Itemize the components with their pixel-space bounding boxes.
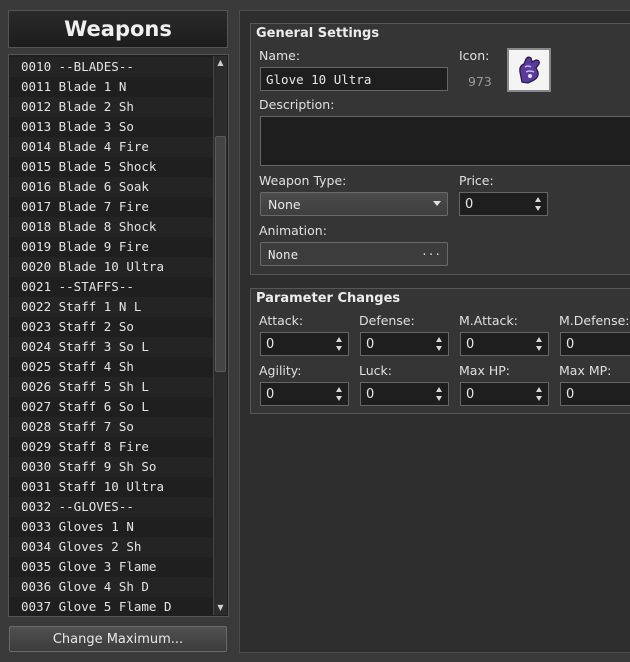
- agility-stepper[interactable]: 0: [260, 382, 349, 406]
- attack-value: 0: [266, 336, 275, 352]
- list-item[interactable]: 0010 --BLADES--: [10, 57, 215, 77]
- list-item[interactable]: 0031 Staff 10 Ultra: [10, 477, 215, 497]
- spin-arrows-icon[interactable]: [536, 335, 544, 353]
- spin-arrows-icon[interactable]: [336, 335, 344, 353]
- list-item[interactable]: 0024 Staff 3 So L: [10, 337, 215, 357]
- list-item[interactable]: 0015 Blade 5 Shock: [10, 157, 215, 177]
- m-attack-value: 0: [466, 336, 475, 352]
- list-item[interactable]: 0013 Blade 3 So: [10, 117, 215, 137]
- price-label: Price:: [459, 173, 494, 188]
- m-defense-label: M.Defense:: [559, 313, 630, 328]
- list-item[interactable]: 0028 Staff 7 So: [10, 417, 215, 437]
- animation-value: None: [268, 246, 299, 262]
- weapons-list-panel: Weapons 0010 --BLADES-- 0011 Blade 1 N 0…: [0, 0, 236, 662]
- max-hp-label: Max HP:: [459, 363, 510, 378]
- spin-arrows-icon[interactable]: [535, 195, 543, 213]
- scroll-thumb[interactable]: [215, 136, 226, 372]
- animation-picker[interactable]: None ...: [260, 242, 448, 266]
- spin-arrows-icon[interactable]: [436, 335, 444, 353]
- ellipsis-icon: ...: [421, 245, 441, 258]
- description-label: Description:: [259, 97, 335, 112]
- list-item[interactable]: 0014 Blade 4 Fire: [10, 137, 215, 157]
- change-maximum-button[interactable]: Change Maximum...: [9, 626, 227, 652]
- max-mp-value: 0: [566, 386, 575, 402]
- list-item[interactable]: 0026 Staff 5 Sh L: [10, 377, 215, 397]
- spin-arrows-icon[interactable]: [436, 385, 444, 403]
- list-item[interactable]: 0037 Glove 5 Flame D: [10, 597, 215, 616]
- price-value: 0: [465, 196, 474, 212]
- list-item[interactable]: 0019 Blade 9 Fire: [10, 237, 215, 257]
- parameter-changes-title: Parameter Changes: [256, 291, 401, 306]
- luck-value: 0: [366, 386, 375, 402]
- animation-label: Animation:: [259, 223, 327, 238]
- list-item[interactable]: 0033 Gloves 1 N: [10, 517, 215, 537]
- m-defense-value: 0: [566, 336, 575, 352]
- list-item[interactable]: 0011 Blade 1 N: [10, 77, 215, 97]
- general-settings-group: General Settings Name: Glove 10 Ultra Ic…: [250, 23, 630, 275]
- list-item[interactable]: 0034 Gloves 2 Sh: [10, 537, 215, 557]
- m-attack-stepper[interactable]: 0: [460, 332, 549, 356]
- attack-label: Attack:: [259, 313, 304, 328]
- defense-label: Defense:: [359, 313, 415, 328]
- weapon-editor-area: General Settings Name: Glove 10 Ultra Ic…: [239, 10, 630, 653]
- weapons-list[interactable]: 0010 --BLADES-- 0011 Blade 1 N 0012 Blad…: [8, 54, 229, 617]
- icon-index: 973: [468, 74, 492, 89]
- description-field[interactable]: [260, 116, 630, 166]
- general-settings-title: General Settings: [256, 26, 380, 41]
- scroll-up-arrow-icon[interactable]: ▲: [214, 56, 227, 70]
- scroll-down-arrow-icon[interactable]: ▼: [214, 601, 227, 615]
- spin-arrows-icon[interactable]: [336, 385, 344, 403]
- defense-value: 0: [366, 336, 375, 352]
- max-mp-label: Max MP:: [559, 363, 612, 378]
- weapon-type-value: None: [268, 196, 301, 212]
- list-item[interactable]: 0025 Staff 4 Sh: [10, 357, 215, 377]
- max-hp-value: 0: [466, 386, 475, 402]
- weapon-type-select[interactable]: None: [260, 192, 448, 216]
- list-item[interactable]: 0036 Glove 4 Sh D: [10, 577, 215, 597]
- max-hp-stepper[interactable]: 0: [460, 382, 549, 406]
- parameter-changes-group: Parameter Changes Attack: 0 Defense: 0 M…: [250, 288, 630, 414]
- icon-picker[interactable]: [507, 48, 551, 92]
- list-item[interactable]: 0029 Staff 8 Fire: [10, 437, 215, 457]
- agility-value: 0: [266, 386, 275, 402]
- list-item[interactable]: 0023 Staff 2 So: [10, 317, 215, 337]
- m-defense-stepper[interactable]: 0: [560, 332, 630, 356]
- chevron-down-icon: [433, 201, 441, 206]
- list-rows: 0010 --BLADES-- 0011 Blade 1 N 0012 Blad…: [10, 57, 215, 616]
- defense-stepper[interactable]: 0: [360, 332, 449, 356]
- luck-label: Luck:: [359, 363, 392, 378]
- list-item[interactable]: 0035 Glove 3 Flame: [10, 557, 215, 577]
- list-item[interactable]: 0027 Staff 6 So L: [10, 397, 215, 417]
- list-item[interactable]: 0022 Staff 1 N L: [10, 297, 215, 317]
- list-item[interactable]: 0021 --STAFFS--: [10, 277, 215, 297]
- list-scrollbar[interactable]: ▲ ▼: [213, 56, 227, 615]
- list-item[interactable]: 0030 Staff 9 Sh So: [10, 457, 215, 477]
- max-mp-stepper[interactable]: 0: [560, 382, 630, 406]
- price-stepper[interactable]: 0: [459, 192, 548, 216]
- list-item[interactable]: 0018 Blade 8 Shock: [10, 217, 215, 237]
- spin-arrows-icon[interactable]: [536, 385, 544, 403]
- luck-stepper[interactable]: 0: [360, 382, 449, 406]
- weapon-type-label: Weapon Type:: [259, 173, 347, 188]
- m-attack-label: M.Attack:: [459, 313, 518, 328]
- list-item[interactable]: 0016 Blade 6 Soak: [10, 177, 215, 197]
- list-item[interactable]: 0017 Blade 7 Fire: [10, 197, 215, 217]
- agility-label: Agility:: [259, 363, 302, 378]
- icon-label: Icon:: [459, 48, 490, 63]
- attack-stepper[interactable]: 0: [260, 332, 349, 356]
- panel-title: Weapons: [8, 10, 228, 48]
- purple-glove-icon: [519, 56, 540, 84]
- name-label: Name:: [259, 48, 301, 63]
- list-item[interactable]: 0012 Blade 2 Sh: [10, 97, 215, 117]
- name-field[interactable]: Glove 10 Ultra: [260, 67, 448, 91]
- list-item[interactable]: 0020 Blade 10 Ultra: [10, 257, 215, 277]
- list-item[interactable]: 0032 --GLOVES--: [10, 497, 215, 517]
